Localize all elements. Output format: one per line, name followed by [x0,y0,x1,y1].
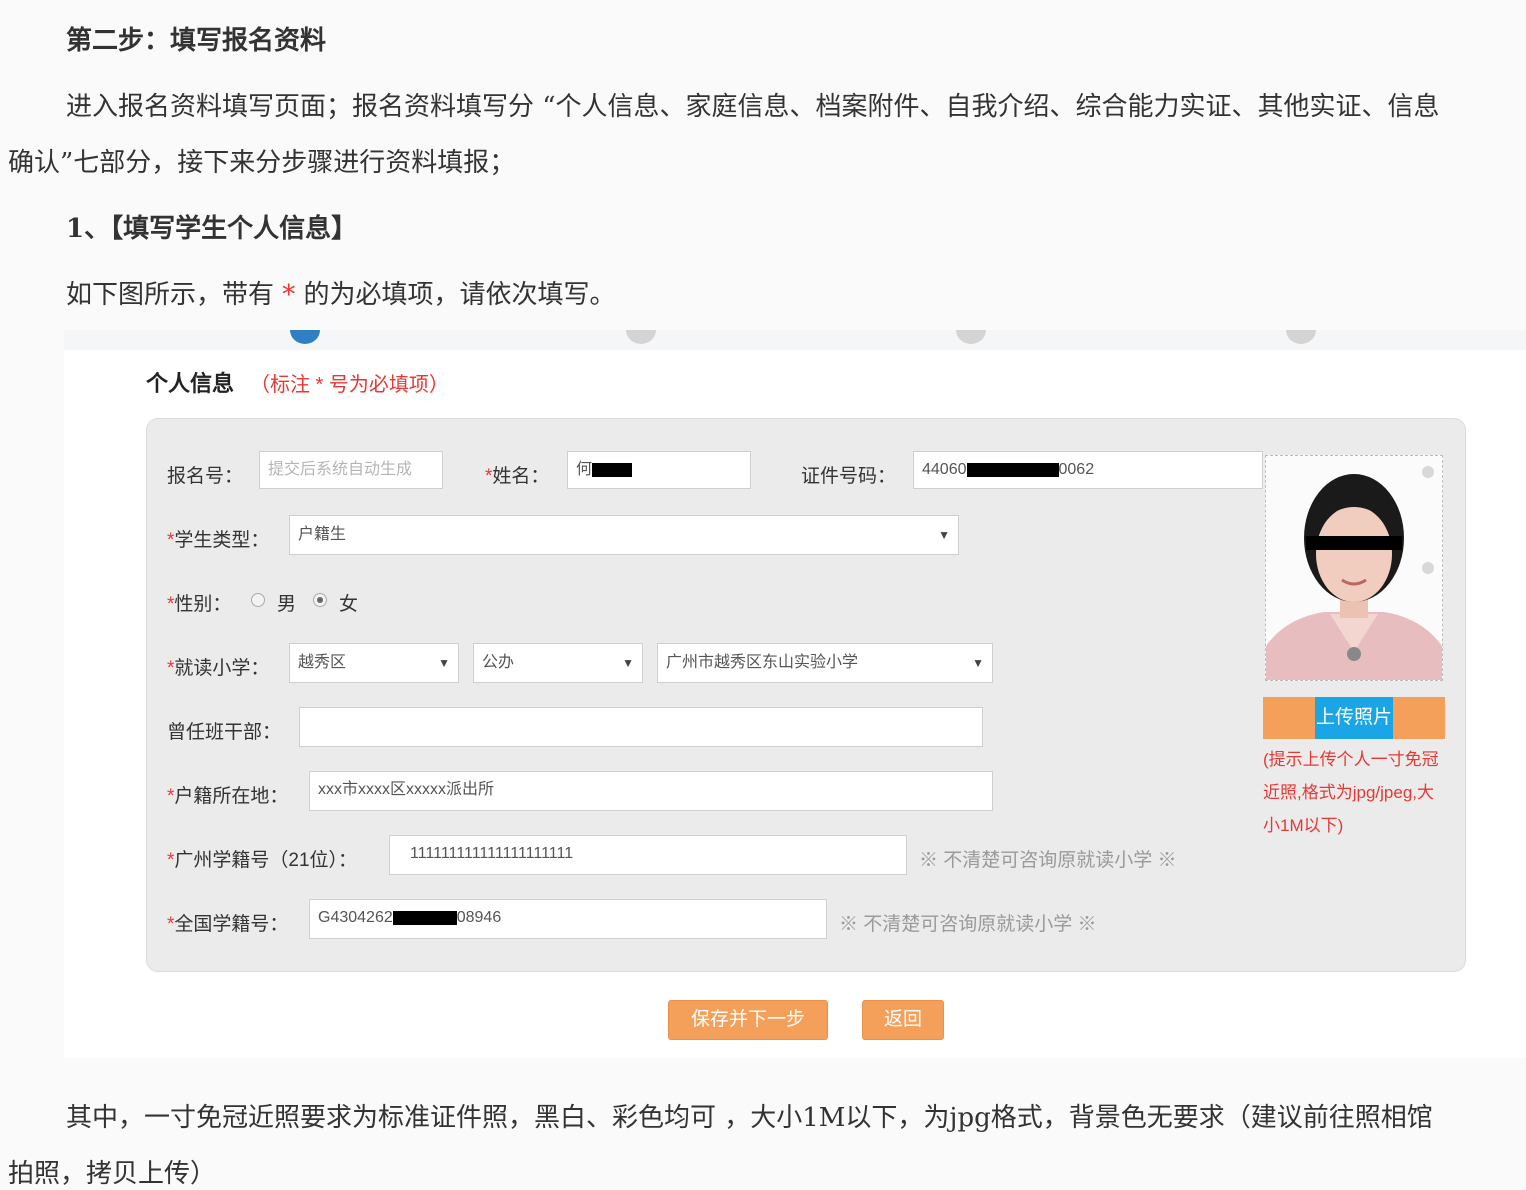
section-hint: （标注 * 号为必填项） [250,374,449,396]
gender-male-label: 男 [277,594,297,615]
step-dot [626,330,656,344]
chevron-down-icon: ▼ [622,656,634,670]
intro-paragraph-line2: 确认”七部分，接下来分步骤进行资料填报； [8,148,516,178]
gz-student-no-input[interactable]: 111111111111111111111 [389,835,907,875]
footer-paragraph-line1: 其中，一寸免冠近照要求为标准证件照，黑白、彩色均可 ，大小1M以下，为jpg格式… [66,1103,1433,1133]
school-type-select[interactable]: 公办 ▼ [473,643,643,683]
signup-no-label: 报名号： [167,466,244,487]
upload-bar: 上传照片 [1263,697,1445,739]
household-input[interactable]: xxx市xxxx区xxxxx派出所 [309,771,993,811]
photo-handle-icon [1422,562,1434,574]
upload-photo-button[interactable]: 上传照片 [1315,697,1393,739]
step-dot [956,330,986,344]
note-star: * [282,280,296,310]
upload-tip: (提示上传个人一寸免冠近照,格式为jpg/jpeg,大小1M以下) [1263,750,1439,835]
id-no-label: 证件号码： [801,466,897,487]
national-student-no-input[interactable]: G4304262 08946 [309,899,827,939]
step-heading: 第二步：填写报名资料 [66,26,327,56]
cadre-input[interactable] [299,707,983,747]
gender-male-radio[interactable] [251,593,265,607]
back-button[interactable]: 返回 [862,1000,944,1040]
note-prefix: 如下图所示，带有 [66,280,283,310]
footer-paragraph-line2: 拍照，拷贝上传） [8,1159,217,1189]
gender-female-label: 女 [339,594,359,615]
sub-heading: 1、【填写学生个人信息】 [66,214,358,244]
student-type-select[interactable]: 户籍生 ▼ [289,515,959,555]
student-photo [1265,455,1443,681]
name-input[interactable]: 何 [567,451,751,489]
gz-student-no-label: *广州学籍号（21位）： [167,850,358,871]
student-type-label: *学生类型： [167,530,270,551]
required-note: 如下图所示，带有 * 的为必填项，请依次填写。 [66,274,616,311]
signup-no-input[interactable]: 提交后系统自动生成 [259,451,443,489]
chevron-down-icon: ▼ [972,656,984,670]
step-dot-current [290,330,320,344]
name-label: *姓名： [485,466,550,487]
national-student-no-tip: ※ 不清楚可咨询原就读小学 ※ [839,914,1097,935]
gender-female-radio[interactable] [313,593,327,607]
chevron-down-icon: ▼ [938,528,950,542]
photo-handle-icon [1422,466,1434,478]
personal-info-panel: 报名号： 提交后系统自动生成 *姓名： 何 证件号码： 44060 0062 *学… [146,418,1466,972]
step-progress-bar [64,330,1526,350]
district-select[interactable]: 越秀区 ▼ [289,643,459,683]
intro-paragraph-line1: 进入报名资料填写页面；报名资料填写分 “个人信息、家庭信息、档案附件、自我介绍、… [66,92,1440,122]
cadre-label: 曾任班干部： [167,722,282,743]
save-next-button[interactable]: 保存并下一步 [668,1000,828,1040]
gz-student-no-tip: ※ 不清楚可咨询原就读小学 ※ [919,850,1177,871]
household-label: *户籍所在地： [167,786,289,807]
chevron-down-icon: ▼ [438,656,450,670]
national-student-no-label: *全国学籍号： [167,914,289,935]
section-title: 个人信息 [146,371,235,396]
school-name-select[interactable]: 广州市越秀区东山实验小学 ▼ [657,643,993,683]
redacted-block [592,462,633,477]
portrait-image [1266,456,1442,680]
redacted-block [966,462,1059,477]
school-label: *就读小学： [167,658,270,679]
step-dot [1286,330,1316,344]
id-no-input[interactable]: 44060 0062 [913,451,1263,489]
gender-label: *性别： [167,594,232,615]
redacted-block [392,910,457,925]
form-screenshot: 个人信息 （标注 * 号为必填项） 报名号： 提交后系统自动生成 *姓名： 何 … [64,330,1526,1058]
note-suffix: 的为必填项，请依次填写。 [295,280,616,310]
